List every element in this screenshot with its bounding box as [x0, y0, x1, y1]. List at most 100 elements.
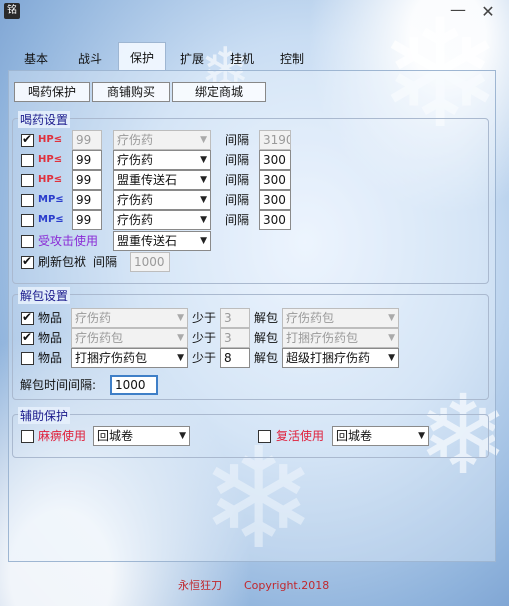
minimize-icon: — — [450, 0, 466, 19]
hp-tag: HP≤ — [38, 154, 63, 165]
mp-row-1-percent[interactable]: 99 — [72, 190, 102, 210]
chevron-down-icon: ▼ — [388, 333, 395, 343]
unpack-row-2-item-select[interactable]: 疗伤药包 ▼ — [71, 328, 188, 348]
close-icon: ✕ — [481, 2, 495, 21]
minimize-button[interactable]: — — [448, 0, 468, 21]
unpack-label: 解包 — [254, 331, 279, 345]
interval-label: 间隔 — [225, 133, 250, 147]
tab-protect[interactable]: 保护 — [118, 42, 166, 70]
unpack-row-2-checkbox[interactable] — [21, 330, 34, 345]
tab-basic[interactable]: 基本 — [18, 48, 54, 70]
item-label: 物品 — [38, 351, 63, 365]
attacked-item-select[interactable]: 盟重传送石 ▼ — [113, 231, 211, 251]
chevron-down-icon: ▼ — [388, 313, 395, 323]
refresh-bag-checkbox[interactable] — [21, 254, 34, 269]
subtab-shop-buy[interactable]: 商铺购买 — [92, 82, 170, 102]
unpack-row-1-target-select[interactable]: 疗伤药包 ▼ — [282, 308, 399, 328]
chevron-down-icon: ▼ — [418, 431, 425, 441]
chevron-down-icon: ▼ — [388, 353, 395, 363]
hp-row-2-item-select[interactable]: 疗伤药 ▼ — [113, 150, 211, 170]
hp-row-1-interval[interactable]: 3190 — [259, 130, 291, 150]
tab-extend[interactable]: 扩展 — [174, 48, 210, 70]
revive-use-label: 复活使用 — [276, 429, 325, 443]
mp-tag: MP≤ — [38, 194, 64, 205]
interval-label: 间隔 — [225, 213, 250, 227]
hp-row-1-item-select[interactable]: 疗伤药 ▼ — [113, 130, 211, 150]
mp-row-2-item-select[interactable]: 疗伤药 ▼ — [113, 210, 211, 230]
hp-row-3-item-select[interactable]: 盟重传送石 ▼ — [113, 170, 211, 190]
mp-tag: MP≤ — [38, 214, 64, 225]
interval-label: 间隔 — [225, 193, 250, 207]
tab-combat[interactable]: 战斗 — [72, 48, 108, 70]
refresh-bag-label: 刷新包袱 — [38, 255, 87, 269]
hp-row-3-checkbox[interactable] — [21, 174, 34, 187]
chevron-down-icon: ▼ — [200, 195, 207, 205]
hp-row-3-percent[interactable]: 99 — [72, 170, 102, 190]
unpack-row-3-target-select[interactable]: 超级打捆疗伤药 ▼ — [282, 348, 399, 368]
unpack-time-input[interactable]: 1000 — [110, 375, 158, 395]
main-tab-bar: 基本 战斗 保护 扩展 挂机 控制 — [16, 42, 306, 70]
tab-control[interactable]: 控制 — [274, 48, 310, 70]
hp-tag: HP≤ — [38, 134, 63, 145]
chevron-down-icon: ▼ — [179, 431, 186, 441]
attacked-use-checkbox[interactable] — [21, 235, 34, 248]
revive-use-checkbox[interactable] — [258, 430, 271, 443]
hp-row-2-interval[interactable]: 300 — [259, 150, 291, 170]
unpack-settings-title: 解包设置 — [18, 287, 71, 304]
refresh-interval-label: 间隔 — [93, 255, 118, 269]
hp-row-2-percent[interactable]: 99 — [72, 150, 102, 170]
less-than-label: 少于 — [192, 331, 217, 345]
chevron-down-icon: ▼ — [200, 175, 207, 185]
unpack-row-3-item-select[interactable]: 打捆疗伤药包 ▼ — [71, 348, 188, 368]
mp-row-2-percent[interactable]: 99 — [72, 210, 102, 230]
footer-copyright: Copyright.2018 — [244, 579, 330, 592]
hp-row-3-interval[interactable]: 300 — [259, 170, 291, 190]
unpack-row-2-less[interactable]: 3 — [220, 328, 250, 348]
hp-row-1-checkbox[interactable] — [21, 132, 34, 147]
unpack-label: 解包 — [254, 311, 279, 325]
less-than-label: 少于 — [192, 311, 217, 325]
mp-row-1-interval[interactable]: 300 — [259, 190, 291, 210]
interval-label: 间隔 — [225, 173, 250, 187]
less-than-label: 少于 — [192, 351, 217, 365]
footer-author: 永恒狂刀 — [178, 579, 222, 592]
hp-tag: HP≤ — [38, 174, 63, 185]
unpack-row-3-less[interactable]: 8 — [220, 348, 250, 368]
chevron-down-icon: ▼ — [200, 236, 207, 246]
interval-label: 间隔 — [225, 153, 250, 167]
item-label: 物品 — [38, 311, 63, 325]
chevron-down-icon: ▼ — [200, 215, 207, 225]
subtab-potion-protect[interactable]: 喝药保护 — [14, 82, 90, 102]
unpack-row-1-item-select[interactable]: 疗伤药 ▼ — [71, 308, 188, 328]
tab-afk[interactable]: 挂机 — [224, 48, 260, 70]
paralysis-use-checkbox[interactable] — [21, 430, 34, 443]
mp-row-2-interval[interactable]: 300 — [259, 210, 291, 230]
mp-row-1-item-select[interactable]: 疗伤药 ▼ — [113, 190, 211, 210]
hp-row-2-checkbox[interactable] — [21, 154, 34, 167]
close-button[interactable]: ✕ — [478, 3, 498, 21]
attacked-use-label: 受攻击使用 — [38, 234, 99, 248]
chevron-down-icon: ▼ — [177, 353, 184, 363]
unpack-row-1-less[interactable]: 3 — [220, 308, 250, 328]
potion-settings-title: 喝药设置 — [18, 111, 71, 128]
revive-item-select[interactable]: 回城卷 ▼ — [332, 426, 429, 446]
mp-row-2-checkbox[interactable] — [21, 214, 34, 227]
hp-row-1-percent[interactable]: 99 — [72, 130, 102, 150]
refresh-interval-input[interactable]: 1000 — [130, 252, 170, 272]
chevron-down-icon: ▼ — [177, 333, 184, 343]
app-icon: 铭 — [4, 3, 20, 19]
mp-row-1-checkbox[interactable] — [21, 194, 34, 207]
assist-protect-title: 辅助保护 — [18, 407, 71, 424]
chevron-down-icon: ▼ — [200, 135, 207, 145]
chevron-down-icon: ▼ — [200, 155, 207, 165]
item-label: 物品 — [38, 331, 63, 345]
unpack-row-2-target-select[interactable]: 打捆疗伤药包 ▼ — [282, 328, 399, 348]
paralysis-use-label: 麻痹使用 — [38, 429, 87, 443]
paralysis-item-select[interactable]: 回城卷 ▼ — [93, 426, 190, 446]
chevron-down-icon: ▼ — [177, 313, 184, 323]
unpack-row-1-checkbox[interactable] — [21, 310, 34, 325]
subtab-bind-mall[interactable]: 绑定商城 — [172, 82, 266, 102]
unpack-time-label: 解包时间间隔: — [20, 378, 97, 392]
unpack-label: 解包 — [254, 351, 279, 365]
unpack-row-3-checkbox[interactable] — [21, 352, 34, 365]
